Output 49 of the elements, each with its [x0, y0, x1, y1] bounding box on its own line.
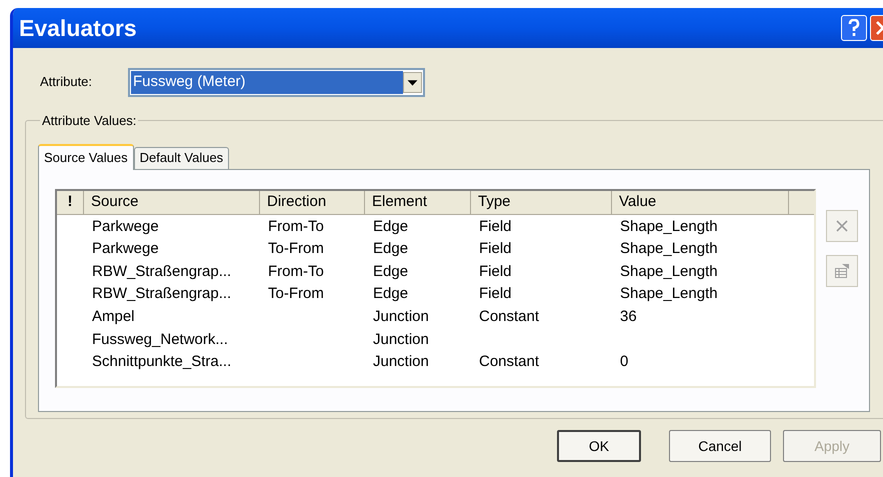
table-cell-text: To-From	[268, 239, 324, 260]
column-header[interactable]: Source	[84, 190, 260, 214]
column-header[interactable]: Direction	[260, 190, 365, 214]
table-cell-text: Junction	[373, 352, 429, 372]
table-cell-text: Constant	[479, 352, 540, 372]
table-icon	[834, 262, 850, 278]
table-cell-text: Edge	[373, 216, 408, 237]
table-cell-text: Field	[479, 216, 512, 237]
table-cell-text: RBW_Straßengrap...	[92, 284, 232, 304]
group-title: Attribute Values:	[41, 112, 138, 130]
table-cell-text: Fussweg_Network...	[92, 330, 228, 350]
table-cell-text: Field	[479, 262, 512, 282]
table-cell-text: RBW_Straßengrap...	[92, 262, 232, 282]
table-cell-text: Edge	[373, 239, 408, 260]
attribute-label: Attribute:	[39, 73, 94, 92]
table-cell-text: Junction	[373, 306, 429, 327]
table-cell-text: Shape_Length	[620, 239, 718, 260]
table-cell-text: Shape_Length	[620, 284, 718, 304]
dialog-button[interactable]: Cancel	[669, 430, 771, 462]
attribute-value: Fussweg (Meter)	[131, 70, 403, 94]
table-cell-text: Junction	[373, 330, 429, 350]
table-cell-text: Edge	[373, 284, 408, 304]
tab[interactable]: Source Values	[38, 144, 134, 170]
table-cell-text: Edge	[373, 262, 408, 282]
table-cell-text: Schnittpunkte_Stra...	[92, 352, 232, 372]
table-cell-text: Shape_Length	[620, 262, 718, 282]
table-cell-text: Parkwege	[92, 239, 159, 260]
table-cell-text: Field	[479, 239, 512, 260]
window-title: Evaluators	[19, 14, 138, 43]
table-cell-text: From-To	[268, 216, 324, 237]
help-icon	[848, 19, 860, 37]
column-header[interactable]: !	[57, 190, 84, 214]
column-header[interactable]: Element	[365, 190, 471, 214]
column-header[interactable]: Value	[612, 190, 789, 214]
tab[interactable]: Default Values	[134, 146, 230, 168]
table-cell-text: 0	[620, 352, 628, 372]
dialog-button[interactable]: OK	[557, 430, 641, 462]
table-cell-text: Constant	[479, 306, 540, 327]
table-cell-text: To-From	[268, 284, 324, 304]
close-icon	[835, 218, 849, 232]
table-cell-text: Field	[479, 284, 512, 304]
attribute-dropdown[interactable]: Fussweg (Meter)	[128, 68, 425, 96]
table-cell-text: Ampel	[92, 306, 135, 327]
table-cell-text: From-To	[268, 262, 324, 282]
table-cell-text: 36	[620, 306, 637, 327]
table-cell-text: Parkwege	[92, 216, 159, 237]
column-header[interactable]: Type	[471, 190, 612, 214]
table-cell-text: Shape_Length	[620, 216, 718, 237]
help-button[interactable]	[841, 15, 867, 41]
